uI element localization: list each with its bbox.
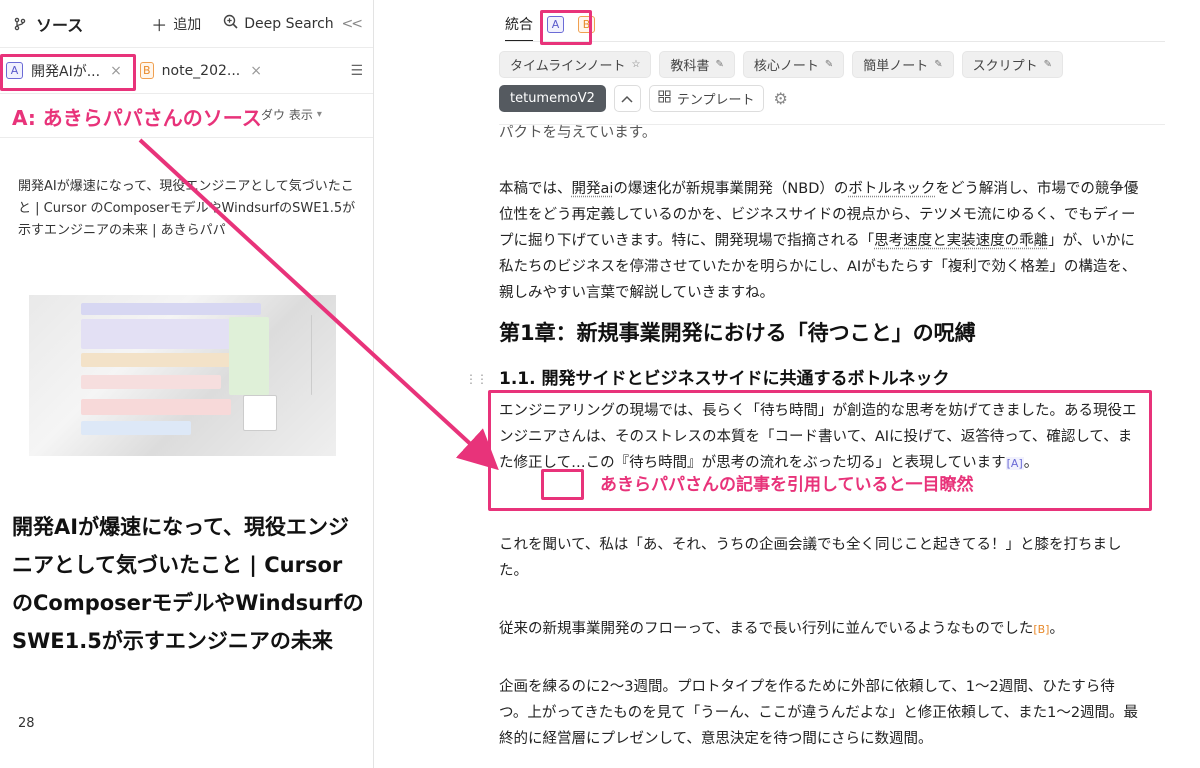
deep-search-button[interactable]: Deep Search	[223, 14, 334, 33]
pin-icon[interactable]: ✎	[934, 59, 942, 70]
sources-title: ソース	[36, 15, 84, 35]
chip-label: 教科書	[670, 59, 710, 74]
deep-search-label: Deep Search	[244, 15, 334, 32]
keyword-link[interactable]: 思考速度と実装速度の乖離	[874, 233, 1048, 249]
paragraph: これを聞いて、私は「あ、それ、うちの企画会議でも全く同じこと起きてる！」と膝を打…	[499, 537, 1122, 579]
source-tab-b-label: note_202...	[161, 62, 241, 79]
keyword-link[interactable]: 開発ai	[572, 181, 614, 197]
keyword-link[interactable]: ボトルネック	[848, 181, 935, 197]
source-thumbnail[interactable]	[29, 295, 336, 456]
note-type-chips: タイムラインノート ☆ 教科書 ✎ 核心ノート ✎ 簡単ノート ✎ スクリプト ✎ tet…	[499, 51, 1179, 119]
text: の爆速化が新規事業開発（NBD）の	[613, 181, 849, 197]
star-icon[interactable]: ☆	[631, 59, 640, 70]
search-plus-icon	[223, 14, 238, 33]
highlight-view-tab-a	[540, 10, 592, 45]
annotation-source-label: A: あきらパパさんのソース	[12, 102, 262, 131]
text: 。	[1049, 621, 1064, 637]
badge-b: B	[140, 62, 154, 79]
chevron-down-icon: ▾	[316, 108, 322, 120]
paragraph-intro: 本稿では、開発aiの爆速化が新規事業開発（NBD）のボトルネックをどう解消し、市…	[499, 176, 1139, 306]
pin-icon[interactable]: ✎	[715, 59, 723, 70]
chip-core[interactable]: 核心ノート ✎	[742, 51, 845, 78]
section-heading: 1.1. 開発サイドとビジネスサイドに共通するボトルネック	[499, 369, 950, 389]
source-count: 28	[18, 716, 35, 731]
paragraph: 企画を練るのに2〜3週間。プロトタイプを作るために外部に依頼して、1〜2週間、ひ…	[499, 679, 1139, 747]
citation-b[interactable]: [B]	[1033, 623, 1049, 636]
chip-label: スクリプト	[972, 59, 1038, 74]
grid-icon	[658, 90, 671, 107]
pin-icon[interactable]: ✎	[1044, 59, 1052, 70]
menu-icon[interactable]: ☰	[350, 63, 363, 79]
highlight-source-tab-a	[0, 54, 136, 91]
plus-icon: ＋	[151, 15, 168, 35]
highlight-citation-a	[541, 469, 584, 500]
template-button[interactable]: テンプレート	[648, 85, 764, 112]
chip-script[interactable]: スクリプト ✎	[961, 51, 1064, 78]
collapse-panel-button[interactable]: <<	[342, 16, 364, 32]
close-icon[interactable]: ×	[250, 63, 262, 79]
source-tab-b[interactable]: B note_202... ×	[134, 48, 268, 93]
view-tabs-divider	[505, 41, 1165, 42]
view-select-value: ダウ 表示	[261, 107, 313, 122]
drag-handle-icon[interactable]: ⋮⋮	[465, 372, 488, 386]
note-document: パクトを与えています。 本稿では、開発aiの爆速化が新規事業開発（NBD）のボト…	[499, 120, 1139, 747]
chapter-heading: 第1章：新規事業開発における「待つこと」の呪縛	[499, 321, 976, 345]
view-select[interactable]: ダウ 表示 ▾	[255, 100, 347, 128]
add-label: 追加	[173, 16, 202, 33]
chip-tetumemo[interactable]: tetumemoV2	[499, 85, 606, 112]
annotation-citation-label: あきらパパさんの記事を引用していると一目瞭然	[600, 475, 974, 495]
chip-simple[interactable]: 簡単ノート ✎	[852, 51, 954, 78]
source-description: 開発AIが爆速になって、現役エンジニアとして気づいたこと | Cursor のC…	[18, 179, 356, 238]
chip-timeline[interactable]: タイムラインノート ☆	[499, 51, 652, 78]
branch-icon	[12, 16, 28, 32]
source-title: 開発AIが爆速になって、現役エンジニアとして気づいたこと | Cursor のC…	[12, 515, 364, 653]
cut-paragraph: パクトを与えています。	[499, 125, 657, 141]
sources-header: ソース ＋ 追加 Deep Search <<	[0, 0, 373, 48]
chevron-up-icon[interactable]	[613, 85, 641, 112]
paragraph: 従来の新規事業開発のフローって、まるで長い行列に並んでいるようなものでした[B]…	[499, 616, 1139, 643]
template-label: テンプレート	[676, 93, 755, 108]
pin-icon[interactable]: ✎	[825, 59, 833, 70]
notes-panel: 統合 A B タイムラインノート ☆ 教科書 ✎ 核心ノート ✎ 簡単ノート ✎ スクリ…	[375, 0, 1200, 768]
text: 本稿では、	[499, 181, 572, 197]
add-source-button[interactable]: ＋ 追加	[151, 12, 201, 36]
tab-integrated[interactable]: 統合	[505, 14, 533, 42]
text: 従来の新規事業開発のフローって、まるで長い行列に並んでいるようなものでした	[499, 621, 1034, 637]
chip-label: タイムラインノート	[510, 59, 626, 74]
chip-label: 簡単ノート	[863, 59, 929, 74]
chip-label: 核心ノート	[753, 59, 819, 74]
chip-textbook[interactable]: 教科書 ✎	[659, 51, 735, 78]
gear-icon[interactable]: ⚙	[774, 89, 788, 108]
